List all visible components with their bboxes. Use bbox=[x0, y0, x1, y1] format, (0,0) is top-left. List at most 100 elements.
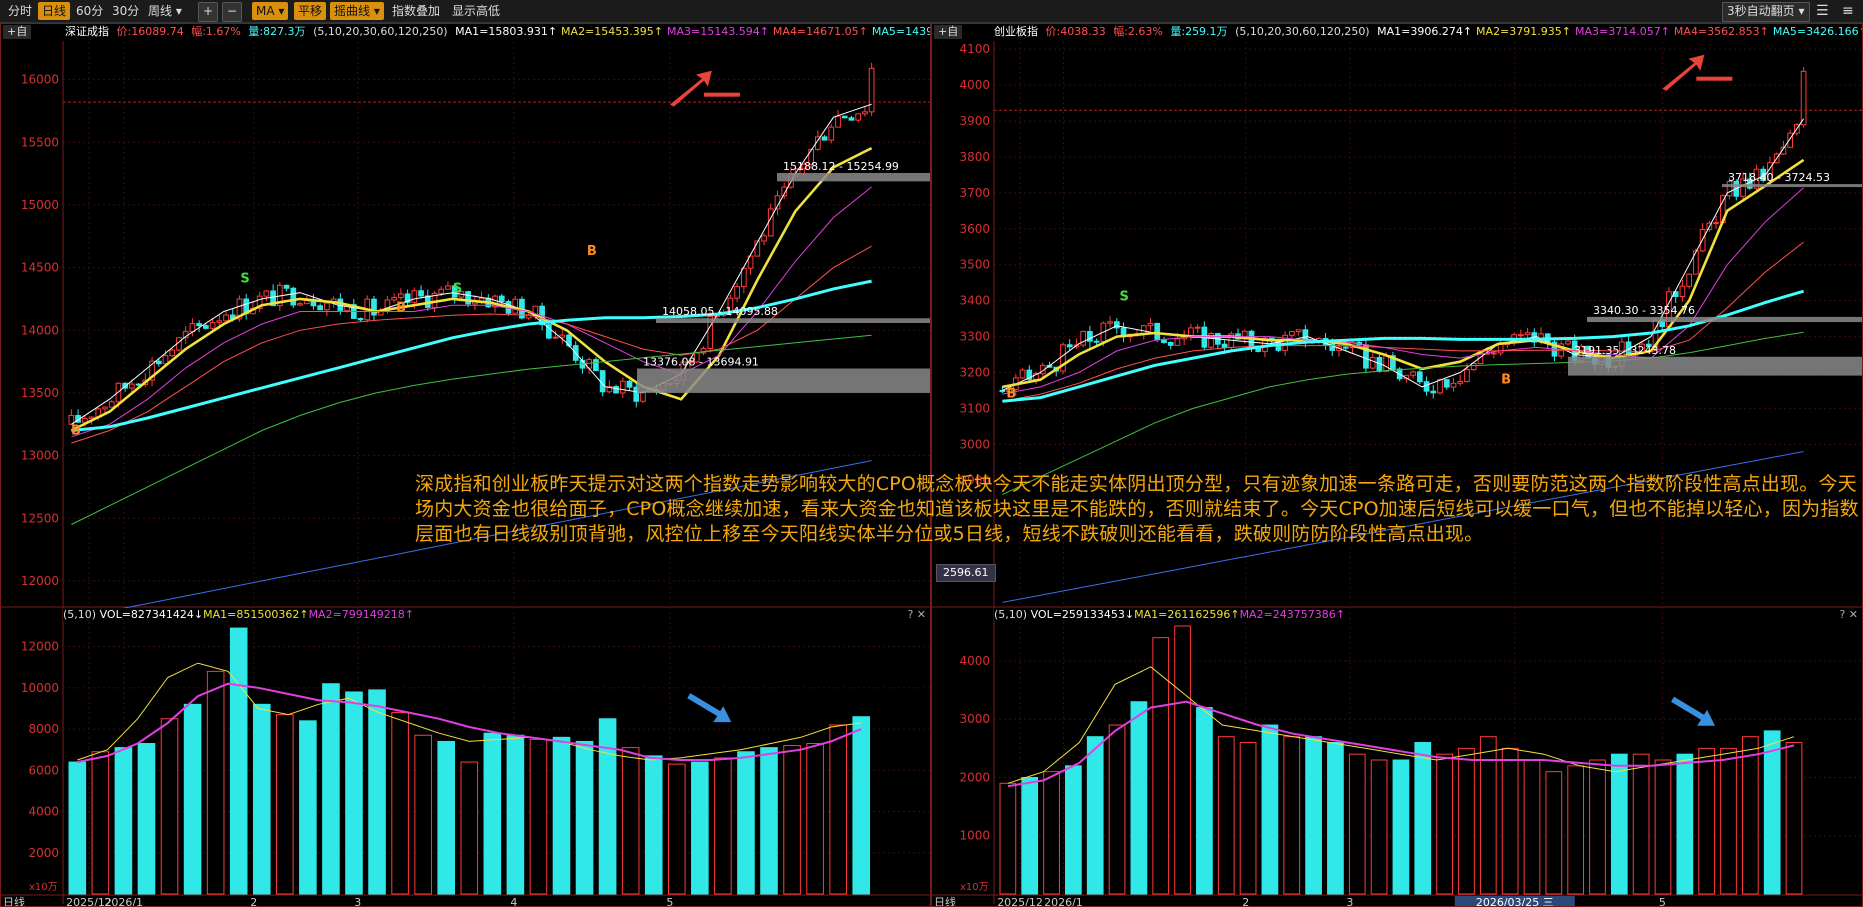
right-candle bbox=[1019, 369, 1026, 379]
left-vol-tick-label: 6000 bbox=[28, 763, 59, 777]
left-date-label: 5 bbox=[666, 896, 673, 906]
menu-icon[interactable]: ≡ bbox=[1838, 2, 1858, 20]
right-candle bbox=[1491, 352, 1497, 355]
right-y-tick-label: 3300 bbox=[959, 330, 990, 344]
auto-page-label: 3秒自动翻页 bbox=[1727, 4, 1795, 18]
indicator-select[interactable]: MA ▾ bbox=[252, 2, 289, 20]
left-signal-label: S bbox=[453, 282, 462, 297]
left-vol-close-icon[interactable]: ? ✕ bbox=[907, 608, 926, 621]
left-candle bbox=[626, 380, 633, 388]
right-volume-header: (5,10) VOL=259133453↓MA1=261162596↑MA2=2… bbox=[994, 608, 1345, 621]
right-candle bbox=[1383, 355, 1390, 372]
left-volume-bar bbox=[391, 712, 409, 895]
right-volume-bar bbox=[1698, 747, 1716, 895]
left-signal-label: B bbox=[396, 300, 406, 315]
left-volume-bar bbox=[552, 736, 571, 895]
right-y-tick-label: 3100 bbox=[959, 401, 990, 415]
right-candle bbox=[1437, 379, 1443, 394]
left-candle bbox=[297, 303, 303, 306]
right-candle bbox=[1423, 381, 1430, 392]
right-volume-bar bbox=[1501, 747, 1519, 895]
left-candle bbox=[862, 111, 868, 115]
right-volume-bar bbox=[1174, 625, 1191, 895]
right-y-tick-label: 3900 bbox=[959, 114, 990, 128]
right-y-tick-label: 3400 bbox=[959, 294, 990, 308]
right-volume-bar bbox=[1414, 742, 1432, 895]
show-high-low-button[interactable]: 显示高低 bbox=[448, 2, 504, 20]
left-volume-bar bbox=[806, 743, 824, 895]
left-candle bbox=[303, 300, 310, 305]
left-candle bbox=[223, 314, 229, 322]
left-candle bbox=[613, 386, 619, 394]
curve-select[interactable]: 摇曲线 ▾ bbox=[330, 2, 384, 20]
right-volume-bar bbox=[1043, 771, 1060, 895]
right-vol-close-icon[interactable]: ? ✕ bbox=[1839, 608, 1858, 621]
left-candle bbox=[196, 323, 202, 327]
period-weekly-label: 周线 bbox=[148, 4, 173, 18]
left-candle bbox=[102, 406, 108, 410]
left-volume-bar bbox=[460, 761, 479, 895]
left-volume-bar bbox=[322, 683, 340, 895]
right-volume-down-arrow-icon bbox=[1671, 696, 1716, 726]
left-candle bbox=[263, 290, 270, 297]
auto-page-select[interactable]: 3秒自动翻页 ▾ bbox=[1722, 2, 1810, 22]
right-candle bbox=[1342, 346, 1349, 349]
right-candle bbox=[1140, 325, 1147, 335]
left-volume-down-arrow-icon bbox=[687, 693, 732, 723]
left-volume-bar bbox=[852, 716, 871, 895]
left-range-zone bbox=[656, 318, 930, 323]
left-date-label: 3 bbox=[354, 896, 361, 906]
left-candle bbox=[283, 284, 290, 289]
left-volume-bar bbox=[506, 734, 525, 895]
left-candle bbox=[203, 325, 209, 329]
left-candle bbox=[828, 126, 835, 141]
right-range-zone bbox=[1587, 316, 1862, 323]
right-candle bbox=[1679, 285, 1686, 298]
left-range-zone bbox=[777, 172, 930, 182]
right-volume-bar bbox=[1065, 765, 1082, 895]
left-volume-bar bbox=[160, 718, 179, 895]
right-candle bbox=[1464, 369, 1470, 382]
left-candle bbox=[734, 286, 740, 299]
right-volume-bar bbox=[1720, 747, 1737, 895]
left-volume-bar bbox=[529, 738, 548, 895]
left-candle bbox=[209, 321, 216, 329]
left-volume-bar bbox=[437, 740, 456, 895]
left-vol-ma2: MA2=799149218↑ bbox=[308, 608, 414, 621]
period-tab-weekly[interactable]: 周线 ▾ bbox=[144, 2, 186, 20]
annotation-text: 深成指和创业板昨天提示对这两个指数走势影响较大的CPO概念板块今天不能走实体阴出… bbox=[415, 473, 1859, 545]
left-volume-bar bbox=[483, 732, 502, 895]
index-overlay-button[interactable]: 指数叠加 bbox=[388, 2, 444, 20]
left-volume-bar bbox=[621, 747, 640, 895]
right-y-tick-label: 4000 bbox=[959, 78, 990, 92]
period-tab-intraday[interactable]: 分时 bbox=[4, 2, 36, 20]
left-volume-bar bbox=[368, 689, 386, 895]
left-y-tick-label: 16000 bbox=[21, 73, 59, 87]
right-volume-bar bbox=[1152, 637, 1170, 895]
period-tab-daily[interactable]: 日线 bbox=[38, 2, 71, 20]
period-tab-30min[interactable]: 30分 bbox=[108, 2, 143, 20]
left-volume-bar bbox=[137, 743, 156, 895]
right-volume-bar bbox=[1436, 753, 1453, 895]
left-volume-bar bbox=[737, 751, 755, 895]
right-candle bbox=[1416, 371, 1423, 383]
left-vol-tick-label: 12000 bbox=[21, 640, 59, 654]
left-vol-value: VOL=827341424↓ bbox=[99, 608, 204, 621]
right-candle bbox=[1369, 356, 1376, 369]
right-vol-params: (5,10) bbox=[994, 608, 1028, 621]
left-chart-svg[interactable]: 12000 12500 13000 13500 14000 14500 15000 15500… bbox=[1, 24, 930, 906]
right-vol-ma1: MA1=261162596↑ bbox=[1134, 608, 1240, 621]
zoom-in-button[interactable]: + bbox=[198, 2, 219, 22]
left-candle bbox=[767, 208, 774, 237]
right-chart-svg[interactable]: 2900300031003200330034003500360037003800… bbox=[932, 24, 1862, 906]
pan-button[interactable]: 平移 bbox=[294, 2, 327, 20]
list-icon[interactable]: ☰ bbox=[1812, 2, 1833, 20]
right-candle bbox=[1147, 322, 1154, 327]
right-date-label: 2025/12 bbox=[997, 896, 1043, 906]
right-y-tick-label: 3700 bbox=[959, 186, 990, 200]
chevron-down-icon: ▾ bbox=[373, 4, 380, 18]
right-vol-tick-label: 3000 bbox=[959, 712, 990, 726]
right-ma-line-ma2 bbox=[1002, 158, 1805, 389]
period-tab-60min[interactable]: 60分 bbox=[72, 2, 107, 20]
zoom-out-button[interactable]: − bbox=[222, 2, 243, 22]
